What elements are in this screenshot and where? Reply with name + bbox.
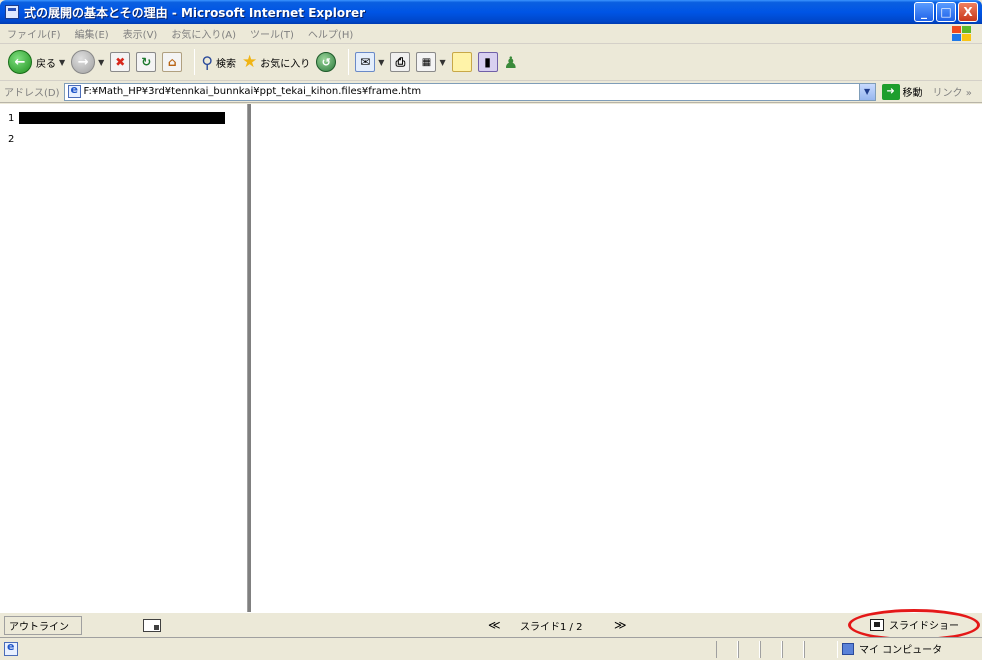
ie-page-icon (67, 83, 81, 98)
edit-button[interactable]: ▦ ▼ (416, 52, 446, 72)
stop-icon: ✖ (110, 52, 131, 72)
previous-slide-button[interactable]: ≪ (488, 618, 501, 632)
outline-pane: 1 2 (0, 104, 248, 612)
chevron-down-icon[interactable]: ▼ (378, 58, 384, 67)
status-segment (804, 641, 838, 658)
messenger-icon: ♟ (503, 52, 518, 72)
windows-logo-icon (950, 25, 972, 43)
back-button[interactable]: ← 戻る ▼ (8, 50, 65, 74)
minimize-button[interactable]: _ (914, 2, 934, 22)
close-button[interactable]: X (958, 2, 978, 22)
refresh-icon: ↻ (136, 52, 157, 72)
menu-help[interactable]: ヘルプ(H) (301, 26, 360, 41)
chevron-down-icon[interactable]: ▼ (439, 58, 445, 67)
chevron-down-icon[interactable]: ▼ (59, 58, 65, 67)
zone-label: マイ コンピュータ (859, 645, 943, 656)
status-segment (716, 641, 738, 658)
address-url[interactable]: F:¥Math_HP¥3rd¥tennkai_bunnkai¥ppt_tekai… (84, 86, 422, 97)
outline-item[interactable]: 2 (8, 134, 14, 145)
print-icon: ⎙ (390, 52, 411, 72)
outline-item-redacted-title[interactable] (19, 112, 226, 124)
slide-pane (251, 104, 982, 612)
book-icon: ▮ (477, 52, 498, 72)
status-segment (738, 641, 760, 658)
home-button[interactable]: ⌂ (162, 52, 183, 72)
go-label: 移動 (902, 88, 923, 99)
menu-edit[interactable]: 編集(E) (68, 26, 116, 41)
forward-arrow-icon: → (71, 50, 96, 74)
note-icon (451, 52, 472, 72)
search-button[interactable]: ⚲ 検索 (201, 53, 236, 72)
outline-item-number: 2 (8, 134, 15, 145)
outline-item-number: 1 (8, 112, 15, 124)
chevron-down-icon[interactable]: ▼ (98, 58, 104, 67)
search-icon: ⚲ (201, 52, 214, 72)
toolbar-separator (194, 49, 196, 75)
slide-counter: スライド1 / 2 (520, 622, 583, 633)
favorites-label: お気に入り (260, 58, 311, 70)
computer-icon (842, 642, 854, 655)
go-arrow-icon: ➜ (881, 83, 900, 100)
ie-status-icon (4, 640, 18, 656)
research-button[interactable]: ▮ (477, 52, 498, 72)
go-button[interactable]: ➜ 移動 (881, 83, 923, 100)
links-button[interactable]: リンク » (933, 84, 972, 99)
mail-button[interactable]: ✉ ▼ (355, 52, 384, 72)
home-icon: ⌂ (162, 52, 183, 72)
favorites-button[interactable]: ★ お気に入り (242, 52, 310, 72)
menu-view[interactable]: 表示(V) (116, 26, 165, 41)
slide-nav-bar: アウトライン ≪ スライド1 / 2 ≫ スライドショー (0, 609, 982, 641)
menu-bar: ファイル(F) 編集(E) 表示(V) お気に入り(A) ツール(T) ヘルプ(… (0, 24, 982, 44)
menu-tools[interactable]: ツール(T) (243, 26, 301, 41)
back-label: 戻る (36, 58, 56, 70)
history-icon: ↺ (316, 52, 337, 72)
discuss-button[interactable] (451, 52, 472, 72)
outline-toggle-button[interactable]: アウトライン (4, 616, 82, 635)
address-input[interactable]: F:¥Math_HP¥3rd¥tennkai_bunnkai¥ppt_tekai… (63, 82, 876, 101)
stop-button[interactable]: ✖ (110, 52, 131, 72)
menu-favorites[interactable]: お気に入り(A) (164, 26, 243, 41)
outline-item[interactable]: 1 (8, 112, 226, 124)
expand-outline-icon[interactable] (143, 619, 161, 632)
maximize-button[interactable]: □ (936, 2, 956, 22)
security-zone: マイ コンピュータ (842, 641, 942, 656)
ie-app-icon[interactable] (5, 5, 19, 19)
refresh-button[interactable]: ↻ (136, 52, 157, 72)
toolbar-separator (348, 49, 350, 75)
edit-page-icon: ▦ (416, 52, 437, 72)
window-title: 式の展開の基本とその理由 - Microsoft Internet Explor… (24, 5, 366, 20)
title-bar: 式の展開の基本とその理由 - Microsoft Internet Explor… (0, 0, 982, 24)
address-bar: アドレス(D) F:¥Math_HP¥3rd¥tennkai_bunnkai¥p… (0, 81, 982, 103)
star-icon: ★ (242, 52, 258, 72)
status-segment (760, 641, 782, 658)
mail-icon: ✉ (355, 52, 376, 72)
chevron-down-icon[interactable]: ▼ (858, 83, 875, 100)
menu-file[interactable]: ファイル(F) (0, 26, 68, 41)
next-slide-button[interactable]: ≫ (614, 618, 627, 632)
status-bar: マイ コンピュータ (0, 637, 982, 660)
print-button[interactable]: ⎙ (390, 52, 411, 72)
forward-button[interactable]: → ▼ (71, 50, 104, 74)
messenger-button[interactable]: ♟ (504, 53, 518, 72)
toolbar: ← 戻る ▼ → ▼ ✖ ↻ ⌂ ⚲ 検索 ★ お気に入り ↺ ✉ ▼ ⎙ ▦ … (0, 44, 982, 81)
search-label: 検索 (216, 58, 237, 70)
history-button[interactable]: ↺ (316, 52, 337, 72)
address-label: アドレス(D) (4, 88, 60, 99)
back-arrow-icon: ← (8, 50, 32, 74)
status-segment (782, 641, 804, 658)
